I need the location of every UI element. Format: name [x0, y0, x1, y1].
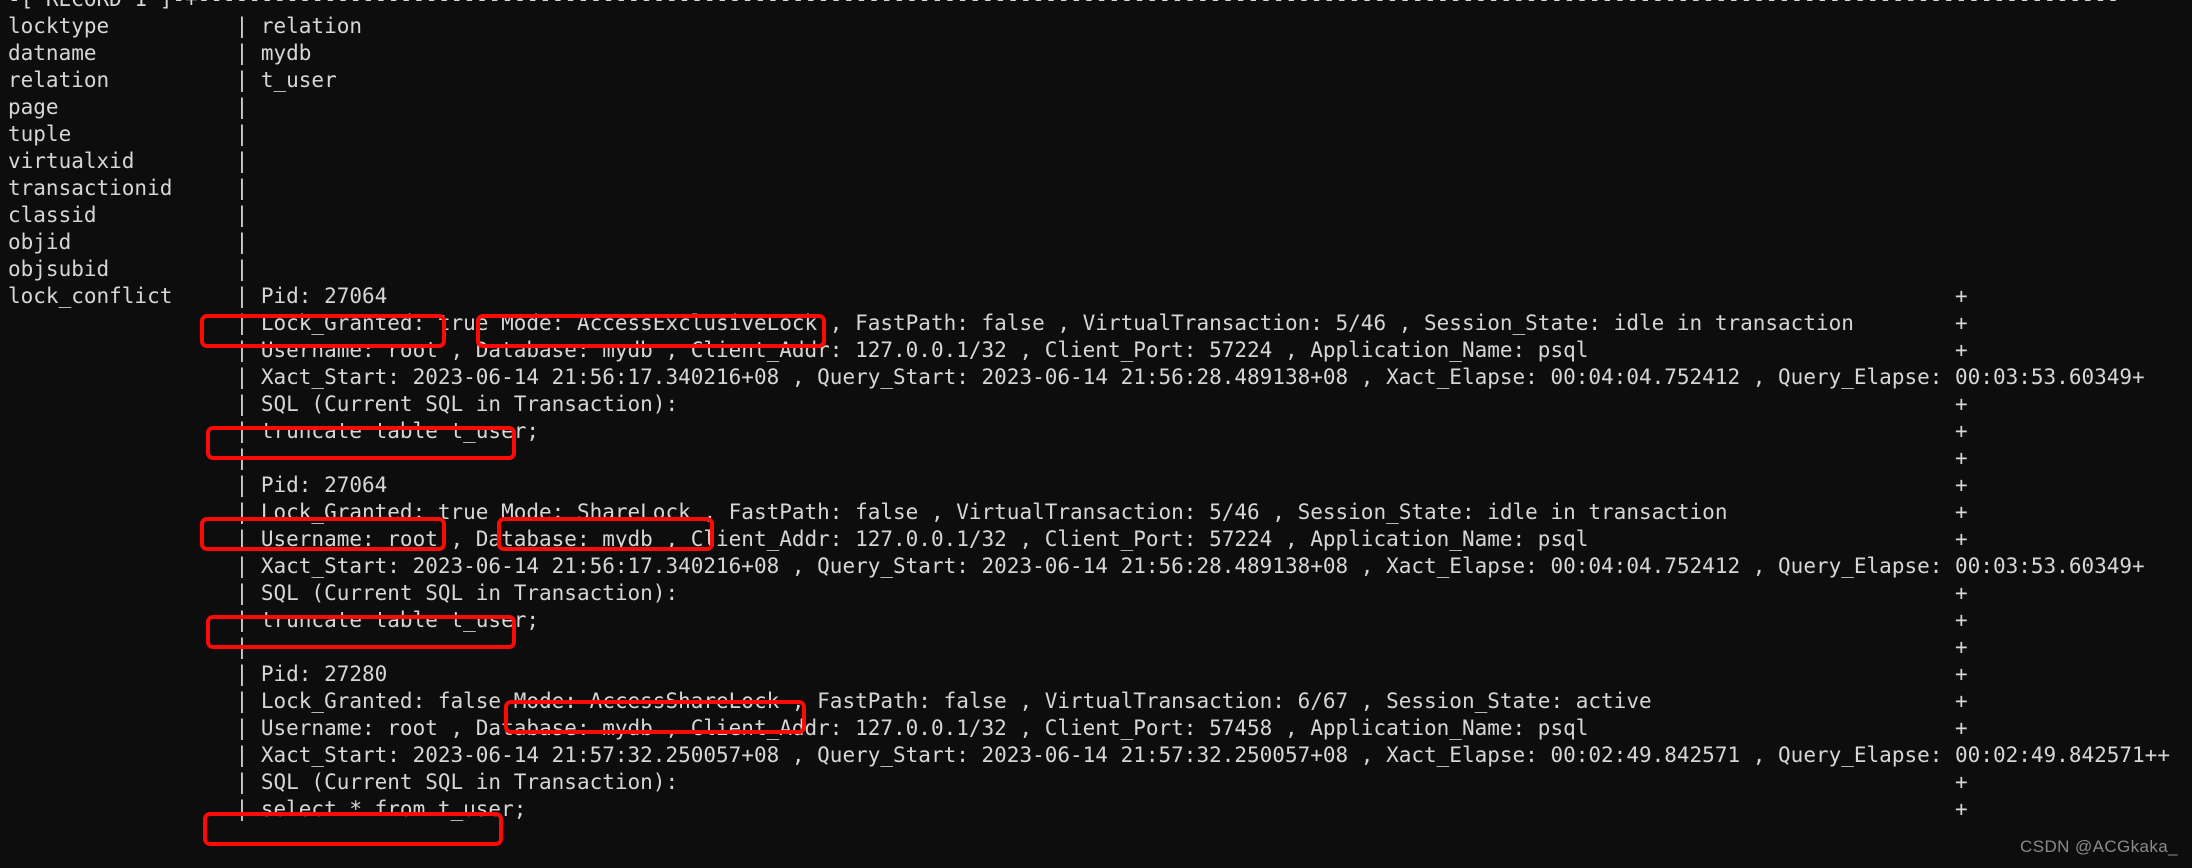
block-2-sql-label: | SQL (Current SQL in Transaction): + [8, 770, 1968, 794]
field-row-classid: classid | [8, 203, 261, 227]
block-1-separator: | -------- + [8, 635, 1968, 659]
block-2-lockinfo: | Lock_Granted: false Mode: AccessShareL… [8, 689, 1968, 713]
terminal-output: -[ RECORD 1 ]-+-------------------------… [8, 0, 2170, 823]
block-1-lockinfo: | Lock_Granted: true Mode: ShareLock , F… [8, 500, 1968, 524]
block-2-session: | Username: root , Database: mydb , Clie… [8, 716, 1968, 740]
block-2-timing: | Xact_Start: 2023-06-14 21:57:32.250057… [8, 743, 2170, 767]
block-1-pid: | Pid: 27064 + [8, 473, 1968, 497]
field-row-virtualxid: virtualxid | [8, 149, 261, 173]
watermark: CSDN @ACGkaka_ [2020, 837, 2178, 856]
field-row-transactionid: transactionid | [8, 176, 261, 200]
block-0-session: | Username: root , Database: mydb , Clie… [8, 338, 1968, 362]
block-2-pid: | Pid: 27280 + [8, 662, 1968, 686]
block-1-session: | Username: root , Database: mydb , Clie… [8, 527, 1968, 551]
field-row-page: page | [8, 95, 261, 119]
block-0-lockinfo: | Lock_Granted: true Mode: AccessExclusi… [8, 311, 1968, 335]
block-1-sql-label: | SQL (Current SQL in Transaction): + [8, 581, 1968, 605]
block-1-timing: | Xact_Start: 2023-06-14 21:56:17.340216… [8, 554, 2145, 578]
field-row-objid: objid | [8, 230, 261, 254]
field-row-locktype: locktype | relation [8, 14, 363, 38]
field-row-datname: datname | mydb [8, 41, 312, 65]
record-header: -[ RECORD 1 ]-+-------------------------… [8, 0, 2170, 13]
block-0-sql-text: | truncate table t_user; + [8, 419, 1968, 443]
block-1-sql-text: | truncate table t_user; + [8, 608, 1968, 632]
block-0-timing: | Xact_Start: 2023-06-14 21:56:17.340216… [8, 365, 2145, 389]
field-row-objsubid: objsubid | [8, 257, 261, 281]
field-row-relation: relation | t_user [8, 68, 337, 92]
block-2-sql-text: | select * from t_user; + [8, 797, 1968, 821]
block-0-separator: | -------- + [8, 446, 1968, 470]
block-0-sql-label: | SQL (Current SQL in Transaction): + [8, 392, 1968, 416]
block-0-pid: lock_conflict | Pid: 27064 + [8, 284, 1968, 308]
field-row-tuple: tuple | [8, 122, 261, 146]
